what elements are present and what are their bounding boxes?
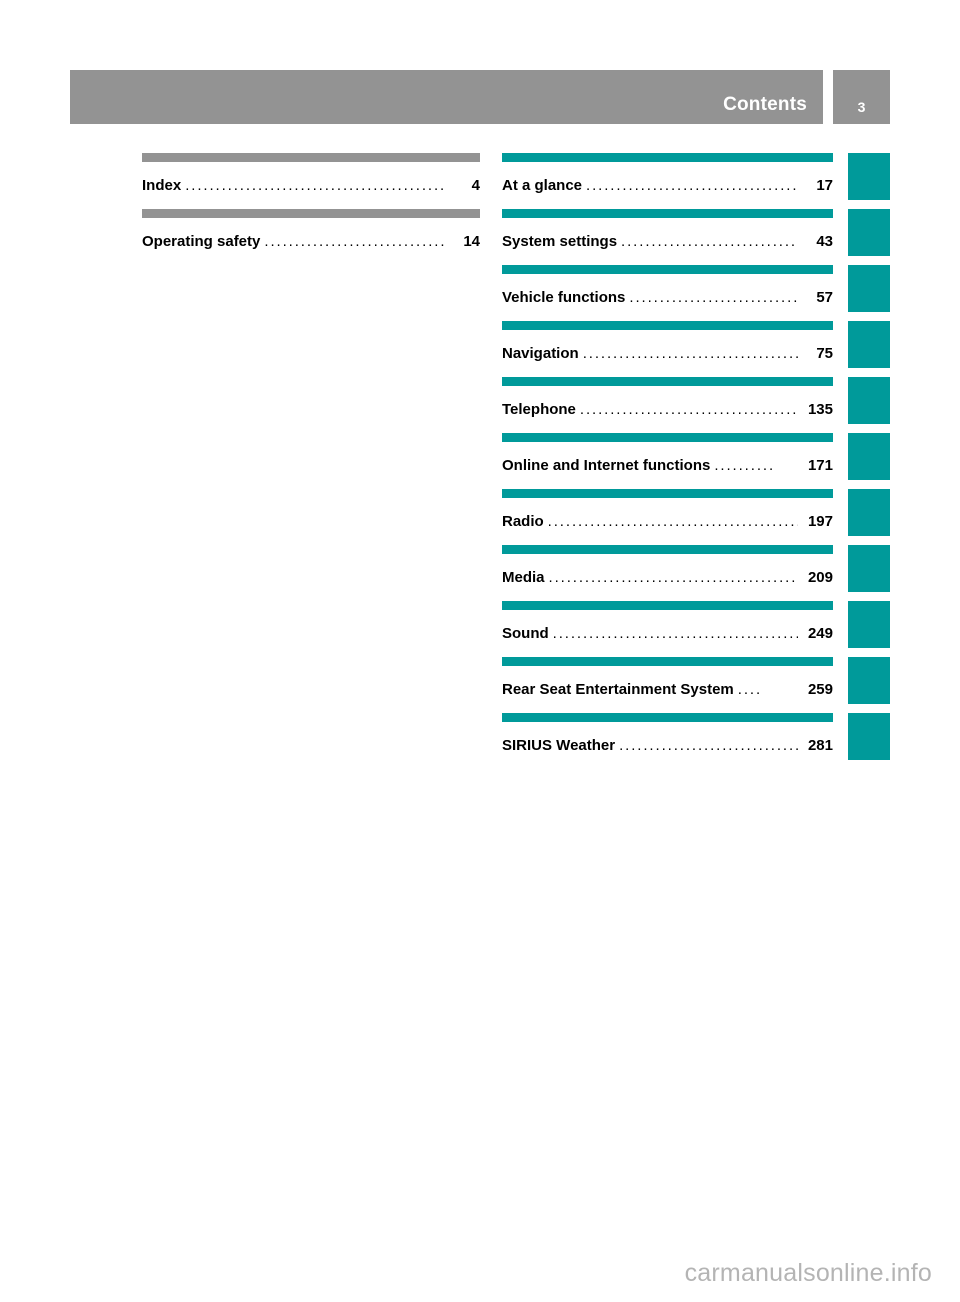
- thumb-tab[interactable]: [848, 209, 890, 256]
- toc-entry-title: Radio: [502, 513, 544, 530]
- toc-entry[interactable]: Radio ..................................…: [502, 489, 833, 545]
- toc-entry-title: Operating safety: [142, 233, 261, 250]
- toc-entry[interactable]: Vehicle functions ......................…: [502, 265, 833, 321]
- page-title: Contents: [723, 94, 807, 115]
- thumb-tab[interactable]: [848, 545, 890, 592]
- toc-entry[interactable]: Rear Seat Entertainment System .... 259: [502, 657, 833, 713]
- toc-entry-title: Online and Internet functions: [502, 457, 711, 474]
- toc-leader-dots: ................................: [619, 738, 798, 753]
- entry-rule: [502, 657, 833, 666]
- thumb-tab[interactable]: [848, 713, 890, 760]
- toc-entry-page: 4: [471, 177, 480, 194]
- page-header: Contents 3: [70, 70, 890, 124]
- toc-entry-title: Vehicle functions: [502, 289, 626, 306]
- toc-column-left: Index ..................................…: [142, 153, 480, 265]
- toc-entry-line: SIRIUS Weather .........................…: [502, 737, 833, 754]
- toc-entry-page: 75: [816, 345, 833, 362]
- toc-entry-title: System settings: [502, 233, 618, 250]
- toc-entry-page: 259: [807, 681, 833, 698]
- toc-entry[interactable]: Index ..................................…: [142, 153, 480, 209]
- toc-leader-dots: ........................................…: [582, 346, 798, 361]
- toc-entry-page: 43: [816, 233, 833, 250]
- toc-entry-title: SIRIUS Weather: [502, 737, 616, 754]
- thumb-tab[interactable]: [848, 601, 890, 648]
- toc-entry-line: Online and Internet functions ..........…: [502, 457, 833, 474]
- entry-rule: [502, 545, 833, 554]
- toc-entry-title: Rear Seat Entertainment System: [502, 681, 734, 698]
- thumb-tab[interactable]: [848, 153, 890, 200]
- entry-rule: [502, 265, 833, 274]
- toc-entry-line: Radio ..................................…: [502, 513, 833, 530]
- thumb-index-tabs: [848, 153, 890, 769]
- toc-entry-line: At a glance ............................…: [502, 177, 833, 194]
- toc-entry[interactable]: Sound ..................................…: [502, 601, 833, 657]
- toc-entry-title: Sound: [502, 625, 549, 642]
- toc-leader-dots: ....: [737, 682, 763, 697]
- entry-rule: [142, 209, 480, 218]
- toc-entry-page: 197: [807, 513, 833, 530]
- toc-entry-page: 57: [816, 289, 833, 306]
- entry-rule: [502, 713, 833, 722]
- entry-rule: [502, 321, 833, 330]
- toc-leader-dots: ........................................…: [579, 402, 798, 417]
- watermark: carmanualsonline.info: [684, 1259, 932, 1287]
- toc-entry-line: Index ..................................…: [142, 177, 480, 194]
- thumb-tab[interactable]: [848, 489, 890, 536]
- entry-rule: [502, 209, 833, 218]
- toc-entry-page: 17: [816, 177, 833, 194]
- entry-rule: [502, 489, 833, 498]
- toc-leader-dots: ...................................: [621, 234, 798, 249]
- entry-rule: [502, 377, 833, 386]
- toc-entry[interactable]: Online and Internet functions ..........…: [502, 433, 833, 489]
- toc-entry-line: Sound ..................................…: [502, 625, 833, 642]
- toc-column-right: At a glance ............................…: [502, 153, 833, 769]
- toc-leader-dots: ................................: [629, 290, 798, 305]
- toc-entry-line: Telephone ..............................…: [502, 401, 833, 418]
- toc-leader-dots: ........................................…: [548, 570, 798, 585]
- toc-entry[interactable]: Operating safety .......................…: [142, 209, 480, 265]
- toc-entry-line: Vehicle functions ......................…: [502, 289, 833, 306]
- toc-entry-title: Telephone: [502, 401, 576, 418]
- thumb-tab[interactable]: [848, 377, 890, 424]
- toc-entry-line: Operating safety .......................…: [142, 233, 480, 250]
- thumb-tab[interactable]: [848, 265, 890, 312]
- entry-rule: [502, 433, 833, 442]
- toc-leader-dots: ..........: [714, 458, 776, 473]
- toc-entry-page: 281: [807, 737, 833, 754]
- header-bar: Contents: [70, 70, 823, 124]
- toc-entry[interactable]: At a glance ............................…: [502, 153, 833, 209]
- thumb-tab[interactable]: [848, 433, 890, 480]
- toc-entry-title: At a glance: [502, 177, 583, 194]
- entry-rule: [142, 153, 480, 162]
- toc-entry-page: 135: [807, 401, 833, 418]
- toc-entry-page: 209: [807, 569, 833, 586]
- toc-leader-dots: ........................................…: [547, 514, 798, 529]
- toc-entry[interactable]: SIRIUS Weather .........................…: [502, 713, 833, 769]
- entry-rule: [502, 153, 833, 162]
- toc-entry-page: 249: [807, 625, 833, 642]
- thumb-tab[interactable]: [848, 657, 890, 704]
- entry-rule: [502, 601, 833, 610]
- toc-entry-line: Media ..................................…: [502, 569, 833, 586]
- toc-entry-page: 171: [807, 457, 833, 474]
- toc-leader-dots: ..................................: [264, 234, 445, 249]
- toc-entry-title: Navigation: [502, 345, 579, 362]
- toc-entry[interactable]: Media ..................................…: [502, 545, 833, 601]
- toc-entry-line: Rear Seat Entertainment System .... 259: [502, 681, 833, 698]
- toc-entry-title: Index: [142, 177, 182, 194]
- toc-entry-line: System settings ........................…: [502, 233, 833, 250]
- toc-entry-line: Navigation .............................…: [502, 345, 833, 362]
- thumb-tab[interactable]: [848, 321, 890, 368]
- toc-leader-dots: ........................................…: [185, 178, 445, 193]
- page-number: 3: [857, 99, 866, 115]
- header-page-number-box: 3: [833, 70, 890, 124]
- toc-entry[interactable]: System settings ........................…: [502, 209, 833, 265]
- toc-entry-title: Media: [502, 569, 545, 586]
- toc-entry-page: 14: [463, 233, 480, 250]
- toc-entry[interactable]: Telephone ..............................…: [502, 377, 833, 433]
- toc-leader-dots: ........................................…: [552, 626, 798, 641]
- toc-entry[interactable]: Navigation .............................…: [502, 321, 833, 377]
- toc-leader-dots: ........................................…: [586, 178, 798, 193]
